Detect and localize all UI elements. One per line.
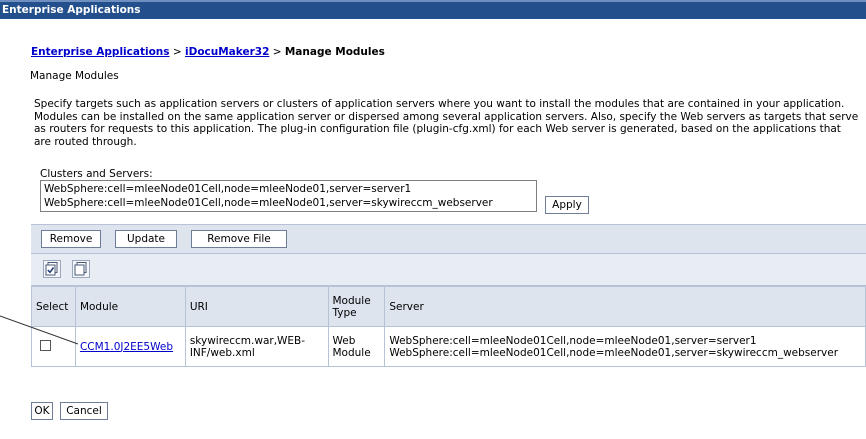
ok-button[interactable]: OK: [31, 402, 53, 420]
callout-pointer-line: [0, 315, 79, 345]
cancel-button[interactable]: Cancel: [60, 402, 108, 420]
